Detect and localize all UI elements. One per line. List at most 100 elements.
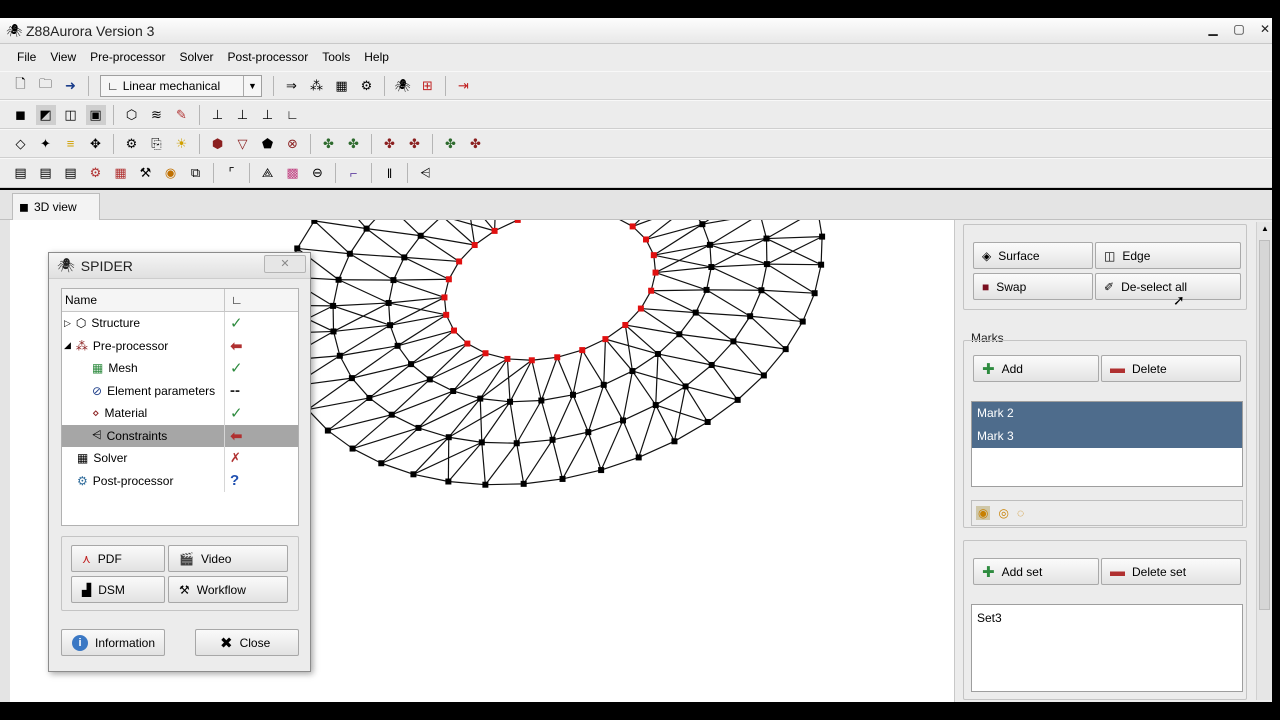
triangle-mesh-icon[interactable]: ⟁ [258,163,278,183]
list-item[interactable]: Mark 3 [972,425,1242,448]
move-icon[interactable]: ✥ [86,134,106,154]
union-icon[interactable]: ◎ [998,506,1008,520]
close-button[interactable]: ✖ Close [195,629,299,656]
frame-icon[interactable]: ⌜ [222,163,242,183]
node-tool-a-icon[interactable]: ✤ [319,134,339,154]
nodes-icon[interactable]: ⁂ [307,76,327,96]
shape-d-icon[interactable]: ⊗ [283,134,303,154]
tab-3d-view[interactable]: ◼ 3D view [12,193,100,220]
import-icon[interactable]: ➜ [61,76,81,96]
tree-row-constraints[interactable]: ⩤ Constraints ⬅ [62,424,298,447]
surface-icon[interactable]: ⊖ [308,163,328,183]
information-button[interactable]: i Information [61,629,165,656]
node-tool-b-icon[interactable]: ✤ [344,134,364,154]
maximize-button[interactable]: ▢ [1228,20,1250,38]
new-file-icon[interactable]: 🗋 [11,76,31,96]
tree-row-element-parameters[interactable]: ⊘ Element parameters -- [62,379,298,402]
gears-icon[interactable]: ⚙ [122,134,142,154]
video-button[interactable]: 🎬 Video [168,545,288,572]
scroll-thumb[interactable] [1259,240,1270,610]
wand-icon[interactable]: ✦ [36,134,56,154]
menu-file[interactable]: File [10,44,43,71]
menu-solver[interactable]: Solver [173,44,221,71]
node-tool-f-icon[interactable]: ✤ [466,134,486,154]
spider-icon[interactable]: 🕷 [393,76,413,96]
shell-icon[interactable]: ⌐ [344,163,364,183]
marks-list[interactable]: Mark 2 Mark 3 [971,401,1243,487]
clip-icon[interactable]: ⎘ [147,134,167,154]
deselect-all-button[interactable]: ✐ De-select all [1095,273,1241,300]
delete-set-button[interactable]: ▬ Delete set [1101,558,1241,585]
tree-row-preprocessor[interactable]: ◢ ⁂ Pre-processor ⬅ [62,334,298,357]
add-mark-button[interactable]: ✚ Add [973,355,1099,382]
workflow-button[interactable]: ⚒ Workflow [168,576,288,603]
axes-xyz-icon[interactable]: ⊥ [208,105,228,125]
help-plus-icon[interactable]: ⊞ [418,76,438,96]
menu-tools[interactable]: Tools [315,44,357,71]
eraser-icon[interactable]: ◇ [11,134,31,154]
edge-button[interactable]: ◫ Edge [1095,242,1241,269]
shape-a-icon[interactable]: ⬢ [208,134,228,154]
intersection-icon[interactable]: ◉ [976,506,991,520]
node-tool-d-icon[interactable]: ✤ [405,134,425,154]
panel-scrollbar[interactable]: ▲ [1256,222,1272,700]
open-folder-icon[interactable]: 🗀 [36,76,56,96]
table-icon[interactable]: ▦ [332,76,352,96]
stripes-icon[interactable]: ≡ [61,134,81,154]
axes-yz-icon[interactable]: ⊥ [233,105,253,125]
shape-b-icon[interactable]: ▽ [233,134,253,154]
close-icon[interactable]: ✕ [264,255,306,273]
dsm-button[interactable]: ▟ DSM [71,576,165,603]
arrow-right-icon[interactable]: ⇒ [282,76,302,96]
delete-mark-button[interactable]: ▬ Delete [1101,355,1241,382]
node-tool-e-icon[interactable]: ✤ [441,134,461,154]
postprocessor-tool-icon[interactable]: ⚙ [357,76,377,96]
axes-xz-icon[interactable]: ⊥ [258,105,278,125]
sets-list[interactable]: Set3 [971,604,1243,692]
menu-help[interactable]: Help [357,44,396,71]
tree-row-mesh[interactable]: ▦ Mesh ✓ [62,357,298,380]
stripes2-icon[interactable]: ⧉ [186,163,206,183]
menu-preprocessor[interactable]: Pre-processor [83,44,172,71]
dxf-import-icon[interactable]: ▤ [61,163,81,183]
collapse-arrow-icon[interactable]: ◢ [64,340,71,351]
swap-button[interactable]: ■ Swap [973,273,1093,300]
list-item[interactable]: Set3 [972,605,1242,628]
hammer-icon[interactable]: ⚒ [136,163,156,183]
beams-icon[interactable]: ‖ [380,163,400,183]
light-icon[interactable]: ☀ [172,134,192,154]
minimize-button[interactable]: ▁ [1202,20,1224,38]
calendar-icon[interactable]: ▦ [111,163,131,183]
step-import-icon[interactable]: ▤ [11,163,31,183]
expand-arrow-icon[interactable]: ▷ [64,318,71,329]
axes-xy-icon[interactable]: ∟ [283,105,303,125]
color-grid-icon[interactable]: ▩ [283,163,303,183]
constraints-tool-icon[interactable]: ⩤ [416,163,436,183]
node-tool-c-icon[interactable]: ✤ [380,134,400,154]
stl-import-icon[interactable]: ▤ [36,163,56,183]
analysis-type-select[interactable]: ∟ Linear mechanical ▼ [100,74,262,97]
tree-row-structure[interactable]: ▷ ⬡ Structure ✓ [62,312,298,335]
difference-icon[interactable]: ◌ [1017,506,1024,520]
surface-button[interactable]: ◈ Surface [973,242,1093,269]
gear-import-icon[interactable]: ⚙ [86,163,106,183]
cube-hidden-icon[interactable]: ▣ [85,104,106,125]
layers-icon[interactable]: ≋ [147,105,167,125]
cube-wire-icon[interactable]: ◫ [61,105,81,125]
menu-view[interactable]: View [43,44,83,71]
tree-row-postprocessor[interactable]: ⚙ Post-processor ? [62,469,298,492]
add-set-button[interactable]: ✚ Add set [973,558,1099,585]
tree-row-material[interactable]: ⋄ Material ✓ [62,402,298,425]
cube-outline-icon[interactable]: ⬡ [122,105,142,125]
tree-row-solver[interactable]: ▦ Solver ✗ [62,447,298,470]
scroll-up-icon[interactable]: ▲ [1257,222,1273,236]
exit-icon[interactable]: ⇥ [454,76,474,96]
cube-shaded-icon[interactable]: ◩ [35,104,56,125]
disk-icon[interactable]: ◉ [161,163,181,183]
brush-icon[interactable]: ✎ [172,105,192,125]
pdf-button[interactable]: ⋏ PDF [71,545,165,572]
cube-solid-icon[interactable]: ◼ [11,105,31,125]
menu-postprocessor[interactable]: Post-processor [221,44,316,71]
list-item[interactable]: Mark 2 [972,402,1242,425]
shape-c-icon[interactable]: ⬟ [258,134,278,154]
